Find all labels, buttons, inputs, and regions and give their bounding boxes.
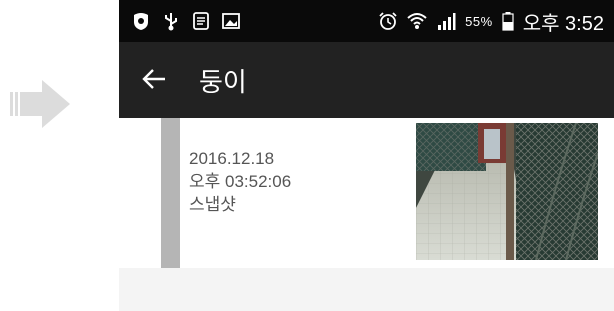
usb-icon — [165, 13, 177, 31]
notes-icon — [193, 12, 209, 30]
back-arrow-icon[interactable] — [141, 66, 167, 92]
gallery-icon — [222, 13, 240, 29]
timeline-bar — [161, 118, 180, 268]
status-clock: 오후 3:52 — [522, 12, 604, 35]
status-bar: 55% 오후 3:52 — [119, 0, 614, 42]
signal-icon — [438, 13, 456, 30]
snapshot-thumbnail[interactable] — [416, 123, 598, 260]
alarm-icon — [379, 12, 397, 30]
page-title: 둥이 — [199, 67, 247, 97]
app-bar: 둥이 — [119, 42, 614, 118]
battery-icon — [502, 12, 514, 31]
event-date: 2016.12.18 — [189, 149, 275, 168]
battery-percent: 55% — [465, 13, 493, 29]
event-details: 2016.12.18 오후 03:52:06 스냅샷 — [189, 147, 291, 216]
next-arrow-icon — [10, 80, 70, 128]
event-time: 오후 03:52:06 — [189, 172, 292, 191]
shield-icon — [134, 13, 148, 30]
phone-screen: 55% 오후 3:52 둥이 2016.12.18 오후 03:52:06 스냅… — [119, 0, 614, 311]
wifi-icon — [407, 13, 427, 29]
event-type: 스냅샷 — [189, 195, 236, 214]
